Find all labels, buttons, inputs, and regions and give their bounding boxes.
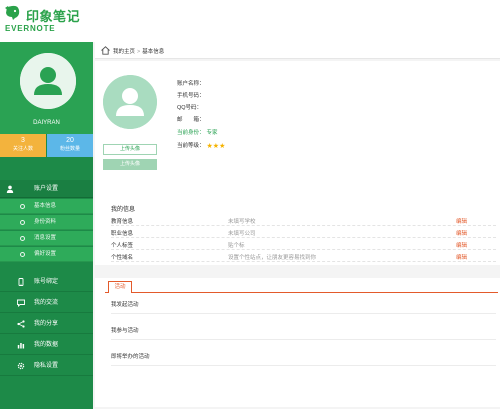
- sidebar-item-privacy-settings[interactable]: 隐私设置: [0, 356, 93, 376]
- activity-section: 活动 我发起活动 我参与活动 即将举办的活动: [95, 278, 500, 407]
- sidebar-item-label: 账号绑定: [34, 279, 59, 285]
- chart-icon: [17, 343, 25, 349]
- field-label: 邮 箱：: [177, 117, 205, 123]
- sidebar-item-basic-info[interactable]: 基本信息: [0, 199, 93, 214]
- sidebar-item-label: 偏好设置: [34, 251, 57, 257]
- row-value: 设置个性站点，让朋友更容易找到你: [228, 255, 317, 261]
- education-row: 教育信息 未填写学校 编辑: [111, 216, 496, 226]
- sidebar-item-preferences[interactable]: 偏好设置: [0, 247, 93, 262]
- upload-avatar-button[interactable]: 上传头像: [103, 144, 157, 155]
- activity-row-upcoming[interactable]: 即将举办的活动: [111, 349, 496, 366]
- phone-icon: [18, 278, 24, 286]
- stat-label: 粉丝数量: [59, 146, 80, 152]
- row-label: 个性域名: [111, 255, 134, 261]
- sidebar-item-label: 身份资料: [34, 219, 57, 225]
- person-icon: [6, 185, 14, 193]
- evernote-logo[interactable]: 印象笔记 EVERNOTE: [4, 5, 92, 37]
- bullet-icon: [20, 236, 25, 241]
- sidebar-item-account-settings[interactable]: 账户设置: [0, 180, 93, 198]
- field-label: 账户名称：: [177, 81, 205, 87]
- bullet-icon: [20, 252, 25, 257]
- user-silhouette-icon: [20, 53, 76, 109]
- sidebar-item-label: 账户设置: [34, 186, 59, 192]
- profile-stats: 3 关注人数 20 粉丝数量: [0, 134, 93, 157]
- tab-activity[interactable]: 活动: [108, 281, 132, 293]
- qq-field: QQ号码：: [177, 103, 202, 113]
- breadcrumb-trail: 我的主页 > 基本信息: [113, 47, 164, 55]
- profile-card: DAIYRAN: [0, 42, 93, 134]
- brand-name-en: EVERNOTE: [5, 24, 56, 33]
- stat-label: 关注人数: [12, 146, 33, 152]
- sidebar-item-my-share[interactable]: 我的分享: [0, 314, 93, 334]
- field-label: QQ号码：: [177, 105, 203, 111]
- brand-name-cn: 印象笔记: [26, 9, 81, 24]
- sidebar-item-my-communication[interactable]: 我的交流: [0, 293, 93, 313]
- breadcrumb-current: 基本信息: [142, 49, 165, 55]
- stat-value: 3: [21, 137, 25, 144]
- breadcrumb-separator: >: [137, 49, 141, 55]
- domain-row: 个性域名 设置个性站点，让朋友更容易找到你 编辑: [111, 252, 496, 262]
- sidebar-item-label: 我的分享: [34, 321, 59, 327]
- sidebar-item-label: 消息设置: [34, 235, 57, 241]
- row-value: 贴个标: [228, 243, 245, 249]
- star-icon: ★: [219, 143, 226, 150]
- user-silhouette-icon: [103, 75, 157, 129]
- field-label: 当前身份：: [177, 130, 205, 136]
- level-field: 当前等级： ★★★: [177, 141, 225, 151]
- avatar[interactable]: [20, 53, 76, 109]
- activity-tabbar: 活动: [105, 278, 498, 293]
- section-title: 我的信息: [111, 207, 136, 213]
- sidebar-item-label: 隐私设置: [34, 363, 59, 369]
- chat-icon: [17, 299, 25, 307]
- tags-row: 个人标签 贴个标 编辑: [111, 240, 496, 250]
- field-label: 手机号码：: [177, 93, 205, 99]
- row-label: 个人标签: [111, 243, 134, 249]
- sidebar-item-label: 基本信息: [34, 203, 57, 209]
- elephant-icon: [5, 5, 20, 20]
- edit-link[interactable]: 编辑: [456, 241, 467, 249]
- main-content: 我的主页 > 基本信息 上传头像 上传头像 账户名称： 手机号码： QQ号码： 邮 …: [95, 42, 500, 409]
- row-value: 未填写学校: [228, 219, 256, 225]
- sidebar-item-label: 我的交流: [34, 300, 59, 306]
- my-info-section: 我的信息 教育信息 未填写学校 编辑 职业信息 未填写公司 编辑 个人标签 贴个…: [95, 199, 500, 265]
- fans-stat[interactable]: 20 粉丝数量: [47, 134, 93, 157]
- sidebar-item-message-settings[interactable]: 消息设置: [0, 231, 93, 246]
- edit-link[interactable]: 编辑: [456, 229, 467, 237]
- sidebar: DAIYRAN 3 关注人数 20 粉丝数量 账户设置 基本信息 身份资料 消息: [0, 42, 93, 409]
- stat-value: 20: [66, 137, 74, 144]
- bullet-icon: [20, 220, 25, 225]
- home-icon[interactable]: [101, 46, 110, 55]
- username: DAIYRAN: [33, 120, 60, 126]
- row-label: 职业信息: [111, 231, 134, 237]
- edit-link[interactable]: 编辑: [456, 253, 467, 261]
- sidebar-item-account-binding[interactable]: 账号绑定: [0, 272, 93, 292]
- occupation-row: 职业信息 未填写公司 编辑: [111, 228, 496, 238]
- breadcrumb-home-link[interactable]: 我的主页: [113, 49, 135, 55]
- account-info-panel: 上传头像 上传头像 账户名称： 手机号码： QQ号码： 邮 箱： 当前身份： 专家…: [95, 61, 500, 206]
- share-icon: [17, 320, 25, 328]
- bullet-icon: [20, 204, 25, 209]
- top-header: 印象笔记 EVERNOTE: [0, 0, 500, 42]
- activity-row-initiated[interactable]: 我发起活动: [111, 297, 496, 314]
- phone-field: 手机号码：: [177, 91, 205, 101]
- activity-row-joined[interactable]: 我参与活动: [111, 323, 496, 340]
- identity-value: 专家: [206, 130, 218, 136]
- edit-link[interactable]: 编辑: [456, 217, 467, 225]
- identity-field: 当前身份： 专家: [177, 128, 218, 138]
- account-name-field: 账户名称：: [177, 79, 205, 89]
- gear-icon: [17, 362, 25, 370]
- breadcrumb: 我的主页 > 基本信息: [95, 42, 500, 59]
- row-label: 教育信息: [111, 219, 134, 225]
- email-field: 邮 箱：: [177, 115, 205, 125]
- row-value: 未填写公司: [228, 231, 256, 237]
- profile-photo[interactable]: [103, 75, 157, 129]
- sidebar-item-my-data[interactable]: 我的数据: [0, 335, 93, 355]
- field-label: 当前等级：: [177, 143, 205, 149]
- sidebar-item-identity[interactable]: 身份资料: [0, 215, 93, 230]
- sidebar-item-label: 我的数据: [34, 342, 59, 348]
- level-stars: ★★★: [207, 142, 226, 150]
- save-avatar-button[interactable]: 上传头像: [103, 159, 157, 170]
- followers-stat[interactable]: 3 关注人数: [0, 134, 46, 157]
